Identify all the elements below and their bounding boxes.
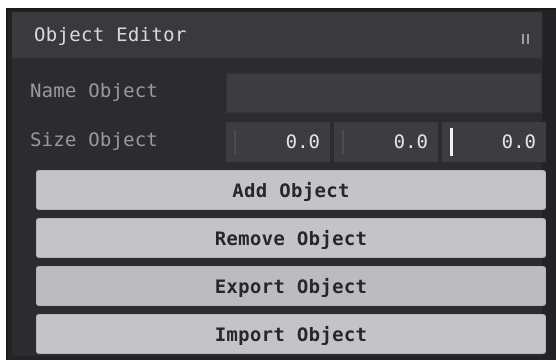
window-title: Object Editor xyxy=(34,24,187,46)
title-bar[interactable]: Object Editor xyxy=(12,12,542,60)
add-object-button[interactable]: Add Object xyxy=(36,170,546,210)
name-object-label: Name Object xyxy=(30,80,159,102)
import-object-button[interactable]: Import Object xyxy=(36,314,546,354)
screen: Object Editor Name Object Size Object 0.… xyxy=(0,0,556,360)
field-tick xyxy=(234,130,236,154)
size-y-field[interactable]: 0.0 xyxy=(334,122,438,162)
text-caret xyxy=(450,128,453,156)
name-object-input[interactable] xyxy=(226,73,542,113)
size-z-field[interactable]: 0.0 xyxy=(442,122,546,162)
field-tick xyxy=(342,130,344,154)
size-y-value: 0.0 xyxy=(393,131,428,153)
drag-handle-icon[interactable] xyxy=(522,34,530,44)
size-z-value: 0.0 xyxy=(501,131,536,153)
remove-object-button[interactable]: Remove Object xyxy=(36,218,546,258)
size-x-field[interactable]: 0.0 xyxy=(226,122,330,162)
size-x-value: 0.0 xyxy=(285,131,320,153)
export-object-button[interactable]: Export Object xyxy=(36,266,546,306)
size-object-label: Size Object xyxy=(30,129,159,151)
